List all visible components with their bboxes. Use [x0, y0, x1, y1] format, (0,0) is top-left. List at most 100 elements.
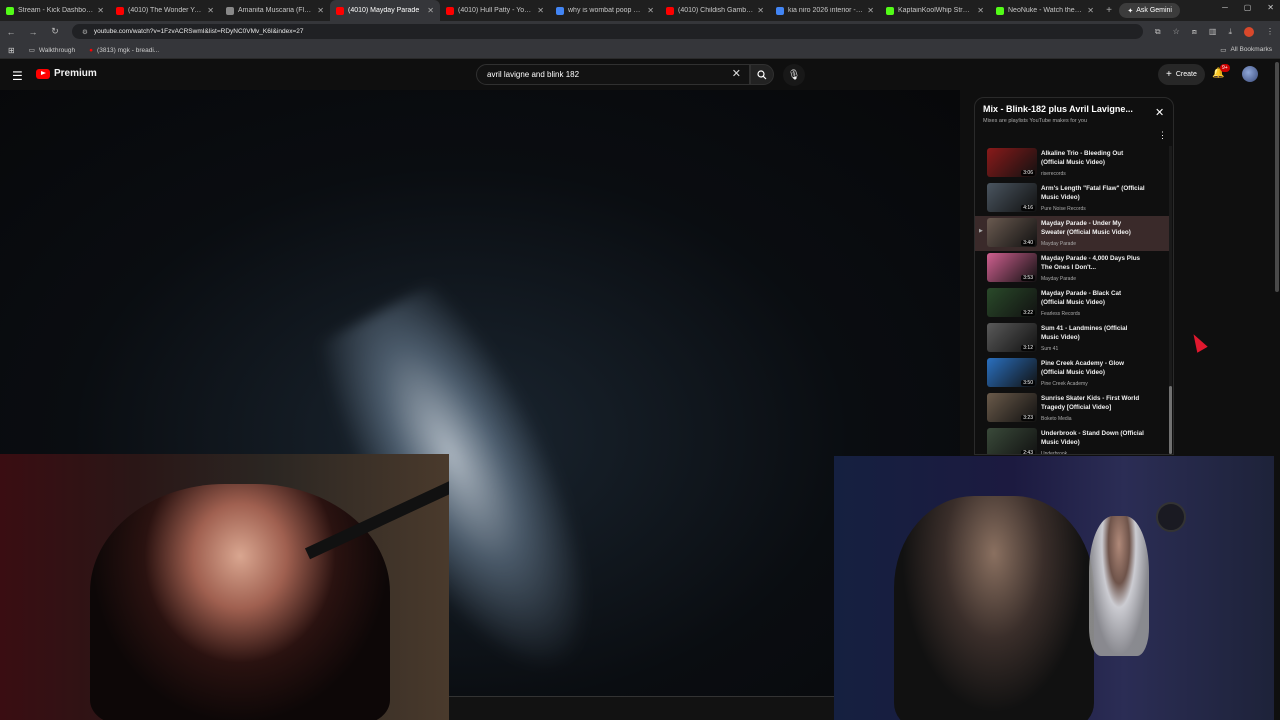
- apps-icon[interactable]: ⊞: [8, 46, 15, 55]
- playlist-item[interactable]: ▶ 3:40 Mayday Parade - Under My Sweater (O…: [975, 216, 1171, 251]
- clear-search-icon[interactable]: ✕: [732, 67, 741, 80]
- create-button[interactable]: + Create: [1158, 64, 1205, 85]
- bookmark-label: Walkthrough: [38, 46, 76, 54]
- profile-avatar[interactable]: [1244, 26, 1254, 37]
- back-icon[interactable]: ←: [6, 27, 16, 37]
- tab-title: (4010) The Wonder Years -: [128, 7, 203, 14]
- site-info-icon[interactable]: ⚙: [82, 28, 88, 36]
- video-title[interactable]: Mayday Parade - Black Cat (Official Musi…: [1041, 289, 1145, 307]
- playlist-item[interactable]: 3:12 Sum 41 - Landmines (Official Music V…: [975, 321, 1171, 356]
- close-tab-icon[interactable]: ✕: [97, 6, 104, 15]
- downloads-icon[interactable]: ⤓: [1228, 27, 1232, 37]
- close-tab-icon[interactable]: ✕: [427, 6, 434, 15]
- hamburger-menu-icon[interactable]: ☰: [12, 69, 23, 83]
- close-playlist-icon[interactable]: ✕: [1155, 106, 1164, 119]
- install-icon[interactable]: ⧉: [1155, 27, 1161, 37]
- browser-menu-icon[interactable]: ⋮: [1266, 27, 1274, 36]
- search-input[interactable]: avril lavigne and blink 182 ✕: [476, 64, 750, 85]
- playlist-item[interactable]: 3:06 Alkaline Trio - Bleeding Out (Offici…: [975, 146, 1171, 181]
- playlist-item[interactable]: 3:50 Pine Creek Academy - Glow (Official …: [975, 356, 1171, 391]
- video-thumbnail[interactable]: 3:40: [987, 218, 1037, 247]
- video-thumbnail[interactable]: 4:16: [987, 183, 1037, 212]
- page-scrollbar[interactable]: [1274, 60, 1280, 720]
- close-tab-icon[interactable]: ✕: [537, 6, 544, 15]
- voice-search-button[interactable]: 🎙: [783, 64, 805, 86]
- playlist-item[interactable]: 3:53 Mayday Parade - 4,000 Days Plus The …: [975, 251, 1171, 286]
- video-thumbnail[interactable]: 3:23: [987, 393, 1037, 422]
- video-thumbnail[interactable]: 2:43: [987, 428, 1037, 454]
- close-tab-icon[interactable]: ✕: [757, 6, 764, 15]
- page-scroll-thumb[interactable]: [1275, 62, 1279, 292]
- browser-tab[interactable]: (4010) Hull Patty - YouTube ✕: [440, 0, 550, 21]
- browser-tab[interactable]: (4010) Childish Gambino - ✕: [660, 0, 770, 21]
- playlist-item[interactable]: 2:43 Underbrook - Stand Down (Official Mu…: [975, 426, 1171, 454]
- new-tab-button[interactable]: +: [1100, 5, 1118, 16]
- close-tab-icon[interactable]: ✕: [317, 6, 324, 15]
- video-title[interactable]: Sunrise Skater Kids - First World Traged…: [1041, 394, 1145, 412]
- video-title[interactable]: Alkaline Trio - Bleeding Out (Official M…: [1041, 149, 1145, 167]
- channel-name[interactable]: Mayday Parade: [1041, 276, 1076, 282]
- notification-badge: 9+: [1220, 64, 1230, 72]
- sidepanel-icon[interactable]: ▥: [1209, 27, 1217, 36]
- browser-tab[interactable]: Stream - Kick Dashboard ✕: [0, 0, 110, 21]
- video-title[interactable]: Underbrook - Stand Down (Official Music …: [1041, 429, 1145, 447]
- url-field[interactable]: ⚙ youtube.com/watch?v=1FzvACRSwmI&list=RD…: [72, 24, 1143, 39]
- duration-badge: 3:12: [1021, 345, 1035, 351]
- bookmark-walkthrough[interactable]: ▭ Walkthrough: [29, 46, 76, 55]
- channel-name[interactable]: Boketo Media: [1041, 416, 1072, 422]
- ask-gemini-button[interactable]: ✦ Ask Gemini: [1119, 3, 1180, 18]
- maximize-icon[interactable]: ▢: [1244, 3, 1252, 12]
- forward-icon[interactable]: →: [28, 27, 38, 37]
- minimize-icon[interactable]: ─: [1222, 3, 1228, 12]
- channel-name[interactable]: Pine Creek Academy: [1041, 381, 1088, 387]
- browser-tab[interactable]: why is wombat poop squa ✕: [550, 0, 660, 21]
- extensions-icon[interactable]: ⧈: [1192, 27, 1197, 37]
- browser-tab[interactable]: (4010) Mayday Parade ✕: [330, 0, 440, 21]
- tab-favicon-icon: [226, 6, 234, 15]
- all-bookmarks[interactable]: ▭ All Bookmarks: [1220, 46, 1272, 54]
- more-options-icon[interactable]: ⋮: [1158, 130, 1167, 141]
- channel-name[interactable]: Sum 41: [1041, 346, 1058, 352]
- playlist-scrollbar[interactable]: [1169, 146, 1172, 454]
- mouse-cursor-icon: [1188, 331, 1208, 353]
- browser-tab[interactable]: kia niro 2026 interior - Goo ✕: [770, 0, 880, 21]
- browser-tab[interactable]: Amanita Muscaria (Fly Aga ✕: [220, 0, 330, 21]
- close-tab-icon[interactable]: ✕: [647, 6, 654, 15]
- account-avatar[interactable]: [1242, 66, 1258, 82]
- search-button[interactable]: [750, 64, 774, 85]
- video-thumbnail[interactable]: 3:12: [987, 323, 1037, 352]
- close-tab-icon[interactable]: ✕: [977, 6, 984, 15]
- channel-name[interactable]: Underbrook: [1041, 451, 1067, 454]
- video-title[interactable]: Pine Creek Academy - Glow (Official Musi…: [1041, 359, 1145, 377]
- channel-name[interactable]: riserecords: [1041, 171, 1066, 177]
- close-tab-icon[interactable]: ✕: [207, 6, 214, 15]
- channel-name[interactable]: Pure Noise Records: [1041, 206, 1086, 212]
- wall-clock: [1156, 502, 1186, 532]
- video-title[interactable]: Sum 41 - Landmines (Official Music Video…: [1041, 324, 1145, 342]
- playlist-scroll-thumb[interactable]: [1169, 386, 1172, 454]
- video-thumbnail[interactable]: 3:06: [987, 148, 1037, 177]
- youtube-premium-logo[interactable]: Premium: [36, 68, 97, 79]
- video-thumbnail[interactable]: 3:22: [987, 288, 1037, 317]
- video-title[interactable]: Mayday Parade - 4,000 Days Plus The Ones…: [1041, 254, 1145, 272]
- playlist-item[interactable]: 3:22 Mayday Parade - Black Cat (Official …: [975, 286, 1171, 321]
- video-title[interactable]: Mayday Parade - Under My Sweater (Offici…: [1041, 219, 1145, 237]
- playlist-title[interactable]: Mix - Blink-182 plus Avril Lavigne...: [983, 104, 1143, 114]
- video-controls-strip[interactable]: [449, 696, 834, 720]
- channel-name[interactable]: Fearless Records: [1041, 311, 1080, 317]
- channel-name[interactable]: Mayday Parade: [1041, 241, 1076, 247]
- playlist-item[interactable]: 3:23 Sunrise Skater Kids - First World Tr…: [975, 391, 1171, 426]
- bookmark-star-icon[interactable]: ☆: [1173, 27, 1180, 36]
- browser-tab[interactable]: KaptainKoolWhip Stream - ✕: [880, 0, 990, 21]
- browser-tab[interactable]: (4010) The Wonder Years - ✕: [110, 0, 220, 21]
- close-window-icon[interactable]: ✕: [1267, 3, 1274, 12]
- video-thumbnail[interactable]: 3:53: [987, 253, 1037, 282]
- reload-icon[interactable]: ↻: [50, 26, 60, 37]
- close-tab-icon[interactable]: ✕: [1087, 6, 1094, 15]
- close-tab-icon[interactable]: ✕: [867, 6, 874, 15]
- video-thumbnail[interactable]: 3:50: [987, 358, 1037, 387]
- video-title[interactable]: Arm's Length "Fatal Flaw" (Official Musi…: [1041, 184, 1145, 202]
- playlist-item[interactable]: 4:16 Arm's Length "Fatal Flaw" (Official …: [975, 181, 1171, 216]
- browser-tab[interactable]: NeoNuke - Watch the VOD ✕: [990, 0, 1100, 21]
- bookmark-mgk[interactable]: ● (3813) mgk - breadi...: [89, 47, 159, 54]
